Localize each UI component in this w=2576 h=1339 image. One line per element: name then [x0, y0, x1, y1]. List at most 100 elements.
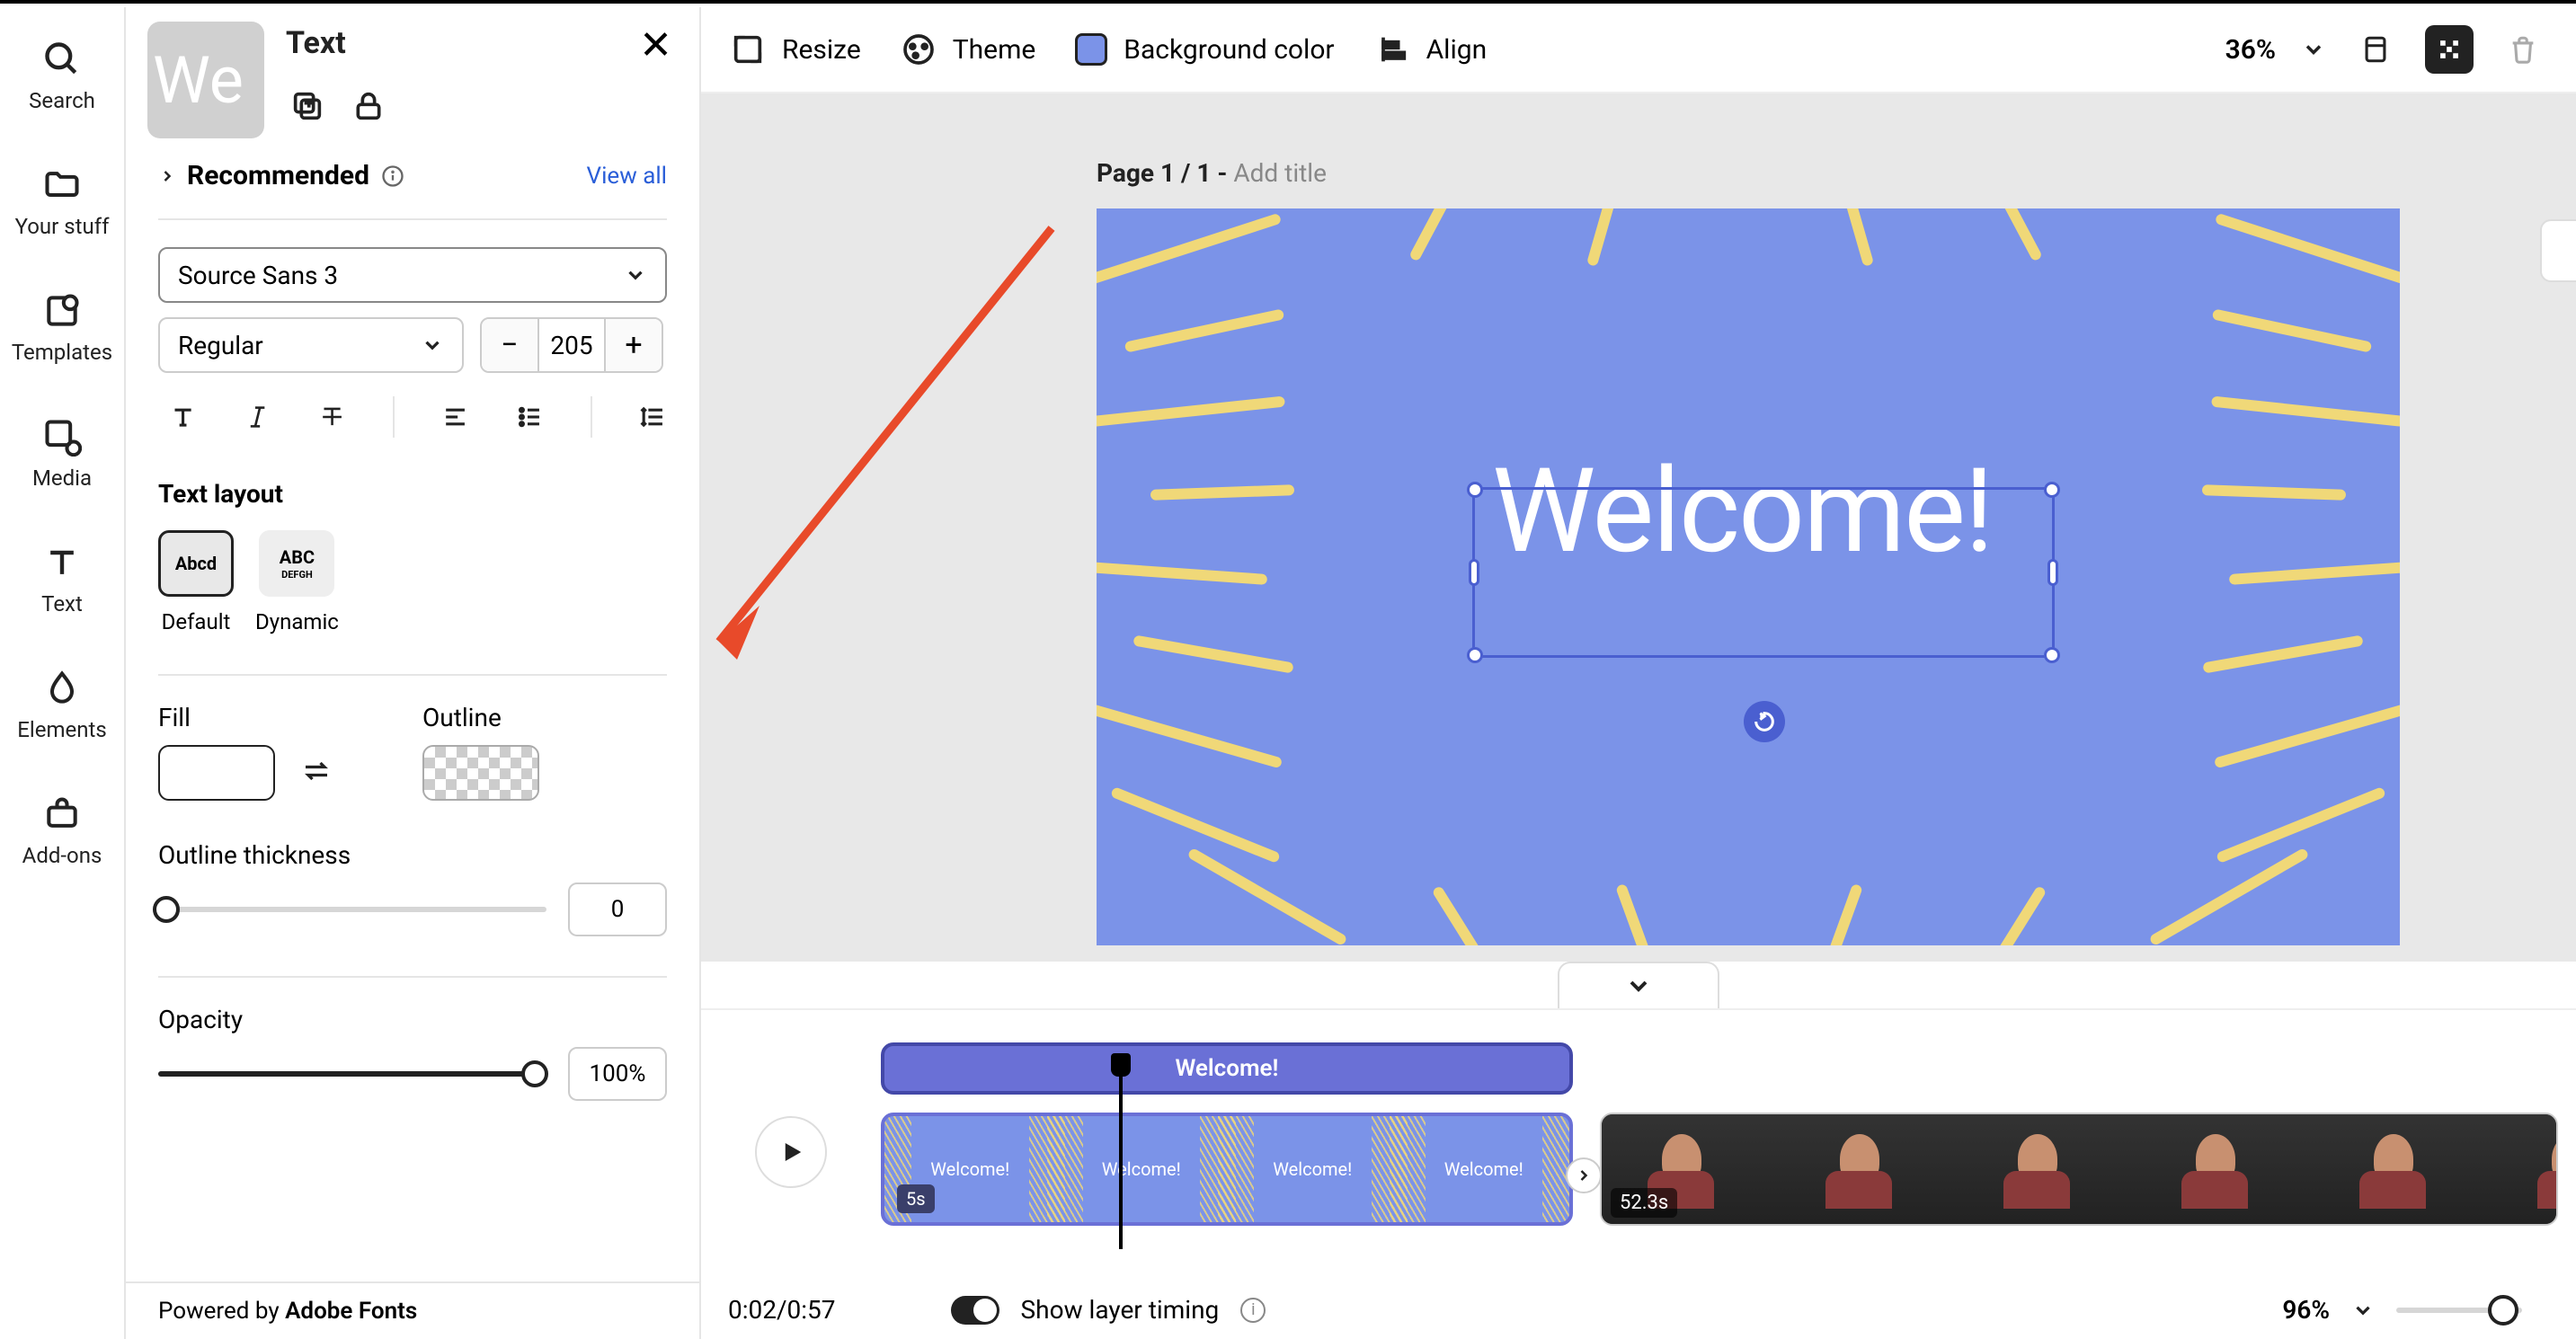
rail-media[interactable]: Media: [32, 417, 92, 491]
elements-icon: [42, 669, 82, 708]
text-panel: We Text ✕ Recommended View all: [126, 7, 701, 1339]
close-panel-button[interactable]: ✕: [639, 25, 672, 65]
chevron-down-icon: [624, 263, 647, 287]
fill-label: Fill: [158, 703, 333, 732]
trash-icon: [2508, 34, 2538, 65]
layout-dynamic[interactable]: ABCDEFGH: [259, 530, 334, 597]
text-clip[interactable]: Welcome!: [881, 1042, 1573, 1095]
recommended-toggle[interactable]: Recommended: [158, 160, 405, 191]
outline-thickness-label: Outline thickness: [158, 840, 667, 870]
spacing-icon[interactable]: [639, 400, 667, 434]
scene-duration-badge: 5s: [897, 1184, 935, 1213]
align-button[interactable]: Align: [1374, 31, 1488, 67]
canvas-toolbar: Resize Theme Background color Align 36%: [701, 7, 2576, 93]
decrease-size-button[interactable]: −: [482, 319, 537, 371]
chevron-right-icon: [158, 167, 176, 185]
layer-timing-toggle[interactable]: [951, 1296, 999, 1325]
italic-icon[interactable]: [244, 400, 271, 434]
timeline-zoom-value[interactable]: 96%: [2282, 1295, 2330, 1325]
video-clip[interactable]: [1600, 1113, 2558, 1226]
font-family-select[interactable]: Source Sans 3: [158, 247, 667, 303]
outline-thickness-slider[interactable]: [158, 907, 546, 912]
ai-sparkle-icon: [2434, 34, 2465, 65]
folder-icon: [42, 165, 82, 205]
bg-color-swatch: [1075, 33, 1107, 66]
font-size-input[interactable]: 205: [537, 319, 606, 371]
rail-text[interactable]: Text: [41, 543, 83, 616]
align-icon: [1374, 31, 1410, 67]
info-icon[interactable]: i: [1240, 1298, 1266, 1323]
slide[interactable]: Welcome!: [1097, 208, 2400, 945]
selection-thumb: We: [147, 22, 264, 138]
chevron-right-icon: [1575, 1166, 1593, 1184]
rail-addons[interactable]: Add-ons: [22, 794, 102, 868]
font-size-stepper: − 205 +: [480, 317, 663, 373]
outline-thickness-input[interactable]: 0: [568, 882, 667, 936]
adobe-fonts-link[interactable]: Adobe Fonts: [285, 1298, 417, 1325]
scene-clip[interactable]: Welcome! Welcome! Welcome! Welcome! 5s: [881, 1113, 1573, 1226]
opacity-slider[interactable]: [158, 1071, 546, 1077]
list-icon[interactable]: [516, 400, 544, 434]
strikethrough-icon[interactable]: [318, 400, 346, 434]
delete-button[interactable]: [2499, 25, 2547, 74]
addons-icon: [42, 794, 82, 834]
selection-box[interactable]: [1472, 487, 2055, 658]
theme-icon: [901, 31, 937, 67]
info-icon: [380, 164, 405, 189]
align-icon[interactable]: [441, 400, 469, 434]
search-icon: [42, 40, 82, 79]
chevron-down-icon: [421, 333, 444, 357]
font-weight-select[interactable]: Regular: [158, 317, 464, 373]
opacity-label: Opacity: [158, 1005, 667, 1034]
chevron-down-icon[interactable]: [2351, 1299, 2375, 1322]
time-display: 0:02/0:57: [728, 1295, 836, 1325]
view-all-link[interactable]: View all: [587, 163, 667, 190]
outline-label: Outline: [422, 703, 539, 732]
timeline-collapse-tab[interactable]: [701, 962, 2576, 1008]
play-button[interactable]: [755, 1116, 827, 1188]
playhead[interactable]: [1119, 1053, 1123, 1249]
fill-color-swatch[interactable]: [158, 745, 275, 801]
templates-icon: [42, 291, 82, 331]
reset-animation-button[interactable]: [1744, 701, 1785, 742]
swap-colors-button[interactable]: [300, 755, 333, 791]
media-icon: [42, 417, 82, 457]
left-rail: Search Your stuff Templates Media Text E…: [0, 7, 126, 1339]
timeline: Welcome! Welcome! Welcome! Welcome! Welc…: [701, 1008, 2576, 1339]
increase-size-button[interactable]: +: [606, 319, 662, 371]
expand-right-button[interactable]: [2540, 219, 2576, 282]
chevron-down-icon[interactable]: [2301, 37, 2326, 62]
layers-icon: [2360, 34, 2391, 65]
duplicate-icon[interactable]: [289, 88, 325, 124]
canvas-zoom-value[interactable]: 36%: [2225, 34, 2276, 66]
rail-search[interactable]: Search: [29, 40, 95, 113]
video-duration-badge: 52.3s: [1611, 1188, 1677, 1218]
layers-button[interactable]: [2351, 25, 2400, 74]
rail-elements[interactable]: Elements: [17, 669, 106, 742]
text-icon: [42, 543, 82, 582]
outline-color-swatch[interactable]: [422, 745, 539, 801]
layer-timing-label: Show layer timing: [1021, 1295, 1220, 1325]
bold-icon[interactable]: [169, 400, 197, 434]
theme-button[interactable]: Theme: [901, 31, 1036, 67]
add-title-placeholder[interactable]: Add title: [1233, 158, 1327, 188]
canvas-area[interactable]: Page 1 / 1 - Add title: [701, 93, 2576, 962]
background-color-button[interactable]: Background color: [1075, 33, 1334, 66]
rail-your-stuff[interactable]: Your stuff: [15, 165, 110, 239]
layout-default[interactable]: Abcd: [158, 530, 234, 597]
annotation-arrow: [701, 210, 1079, 678]
text-layout-label: Text layout: [158, 479, 667, 509]
panel-title: Text: [286, 25, 346, 61]
rail-templates[interactable]: Templates: [12, 291, 112, 365]
resize-button[interactable]: Resize: [730, 31, 861, 67]
chevron-down-icon: [1624, 971, 1653, 1000]
page-indicator: Page 1 / 1 - Add title: [1097, 158, 1327, 188]
timeline-zoom-slider[interactable]: [2396, 1308, 2522, 1313]
opacity-input[interactable]: 100%: [568, 1047, 667, 1101]
lock-icon[interactable]: [351, 88, 386, 124]
resize-icon: [730, 31, 766, 67]
transition-button[interactable]: [1566, 1157, 1602, 1193]
ai-button[interactable]: [2425, 25, 2474, 74]
play-icon: [777, 1139, 804, 1166]
panel-footer: Powered by Adobe Fonts: [126, 1281, 699, 1339]
